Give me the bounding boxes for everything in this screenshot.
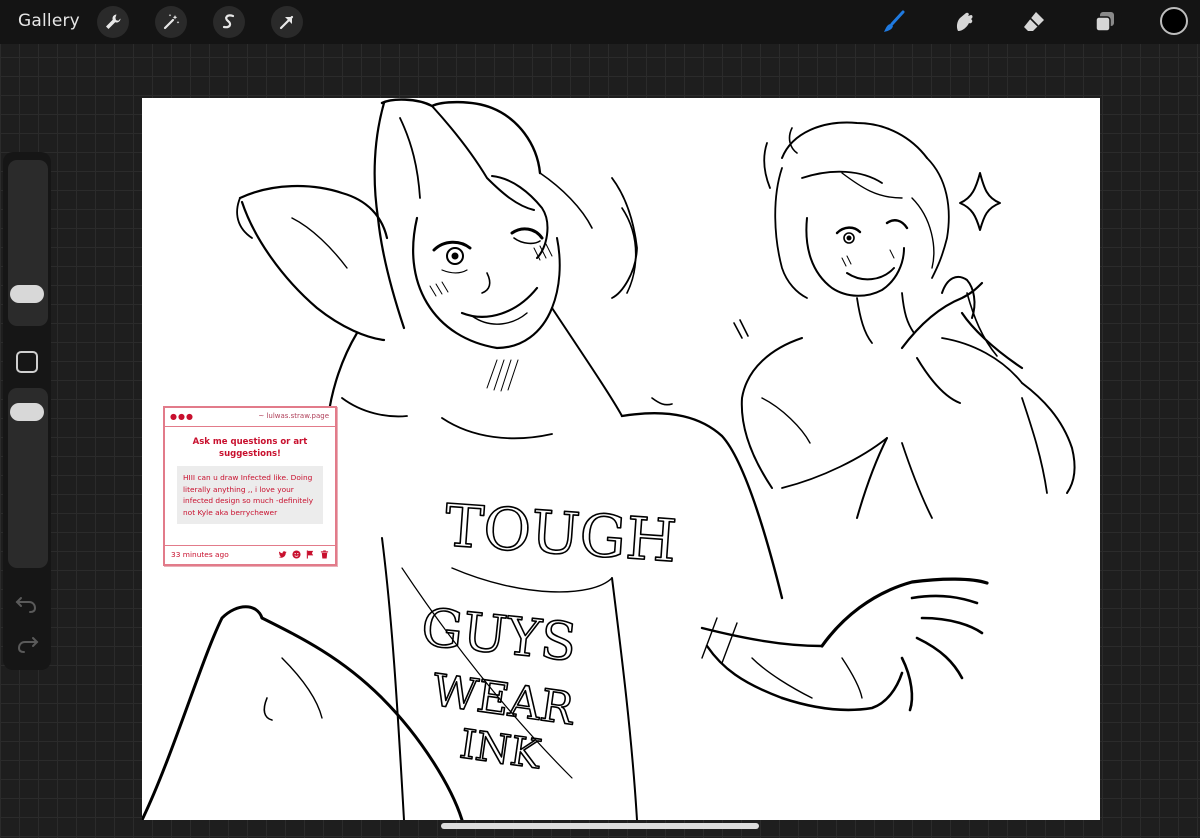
brush-icon[interactable] — [880, 8, 908, 36]
ask-card-message: HIII can u draw Infected like. Doing lit… — [177, 466, 323, 524]
transform-arrow-icon[interactable] — [271, 6, 303, 38]
shirt-text-line3: WEAR — [429, 665, 579, 736]
shirt-text-line2: GUYS — [418, 598, 579, 674]
wrench-icon[interactable] — [97, 6, 129, 38]
color-picker-swatch[interactable] — [1160, 7, 1188, 35]
flag-icon[interactable] — [306, 550, 315, 559]
ask-card-header: ●●● ~ lulwas.straw.page — [165, 408, 335, 427]
magic-wand-icon[interactable] — [155, 6, 187, 38]
eraser-icon[interactable] — [1020, 8, 1048, 36]
undo-icon[interactable] — [15, 594, 39, 614]
emoji-icon[interactable] — [292, 550, 301, 559]
trash-icon[interactable] — [320, 550, 329, 559]
redo-icon[interactable] — [15, 634, 39, 654]
layers-icon[interactable] — [1091, 8, 1119, 36]
shirt-text-line4: INK — [457, 721, 544, 778]
gallery-button[interactable]: Gallery — [18, 11, 80, 31]
top-toolbar: Gallery — [0, 0, 1200, 44]
opacity-thumb[interactable] — [10, 403, 44, 421]
shirt-text-line1: TOUGH — [443, 491, 679, 575]
twitter-icon[interactable] — [278, 550, 287, 559]
home-indicator — [441, 823, 759, 829]
ask-card: ●●● ~ lulwas.straw.page Ask me questions… — [163, 406, 337, 566]
brush-size-thumb[interactable] — [10, 285, 44, 303]
ask-card-site: ~ lulwas.straw.page — [258, 412, 329, 420]
modify-button[interactable] — [16, 351, 38, 373]
smudge-icon[interactable] — [950, 8, 978, 36]
left-sidebar — [3, 152, 51, 670]
ask-card-footer: 33 minutes ago — [165, 545, 335, 564]
window-dots-icon: ●●● — [170, 412, 194, 421]
selection-icon[interactable] — [213, 6, 245, 38]
ask-card-timestamp: 33 minutes ago — [171, 550, 229, 559]
ask-card-title: Ask me questions or art suggestions! — [192, 437, 308, 459]
